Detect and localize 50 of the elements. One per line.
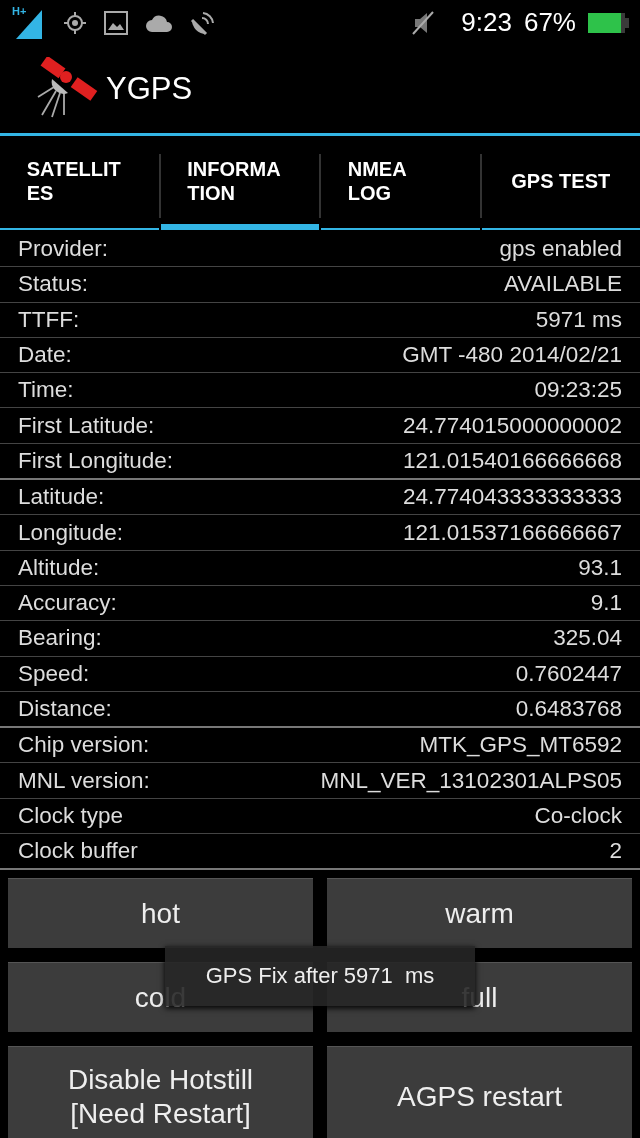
field-value: 0.6483768 <box>515 696 622 722</box>
field-value: 93.1 <box>578 554 622 581</box>
field-value: 121.01537166666667 <box>403 519 622 546</box>
field-value: 9.1 <box>590 590 622 617</box>
battery-percent: 67% <box>523 7 576 38</box>
field-label: Clock buffer <box>18 838 138 865</box>
field-label: Longitude: <box>18 519 124 546</box>
mute-icon <box>411 9 436 36</box>
battery-icon <box>588 11 630 34</box>
action-button[interactable]: Disable Hotstill [Need Restart] <box>8 1046 313 1138</box>
field-label: Chip version: <box>18 732 150 759</box>
clock: 9:23 <box>461 7 512 38</box>
network-type: H+ <box>12 5 27 17</box>
field-value: GMT -480 2014/02/21 <box>402 342 622 369</box>
field-label: Distance: <box>18 696 112 722</box>
field-value: Co-clock <box>534 802 622 829</box>
field-value: 121.01540166666668 <box>403 447 622 474</box>
field-label: Accuracy: <box>18 590 117 617</box>
image-icon <box>104 10 128 35</box>
location-icon <box>64 11 86 34</box>
app-title: YGPS <box>106 71 193 107</box>
cloud-icon <box>146 13 172 32</box>
field-label: Clock type <box>18 802 124 829</box>
field-value: 09:23:25 <box>534 377 622 404</box>
action-button[interactable]: hot <box>8 878 313 949</box>
field-value: 2 <box>609 838 622 865</box>
field-label: Date: <box>18 342 72 369</box>
field-label: First Latitude: <box>18 412 155 439</box>
action-button[interactable]: warm <box>327 878 632 949</box>
action-button[interactable]: AGPS restart <box>327 1046 632 1138</box>
satellite-dish-icon <box>190 9 216 36</box>
field-value: 5971 ms <box>535 306 622 333</box>
field-label: Speed: <box>18 660 90 687</box>
field-label: Provider: <box>18 236 109 263</box>
field-value: 24.774015000000002 <box>403 412 622 439</box>
field-label: Latitude: <box>18 484 105 511</box>
field-value: 0.7602447 <box>515 660 622 687</box>
field-value: AVAILABLE <box>504 271 622 298</box>
field-label: Status: <box>18 271 89 298</box>
field-value: MNL_VER_13102301ALPS05 <box>320 767 622 794</box>
field-label: MNL version: <box>18 767 150 794</box>
field-value: 325.04 <box>553 625 622 652</box>
field-label: Bearing: <box>18 625 102 652</box>
field-label: TTFF: <box>18 306 80 333</box>
field-value: gps enabled <box>499 236 622 263</box>
field-label: First Longitude: <box>18 447 174 474</box>
field-label: Altitude: <box>18 554 100 581</box>
field-value: 24.774043333333333 <box>403 484 622 511</box>
field-value: MTK_GPS_MT6592 <box>419 732 622 759</box>
field-label: Time: <box>18 377 74 404</box>
